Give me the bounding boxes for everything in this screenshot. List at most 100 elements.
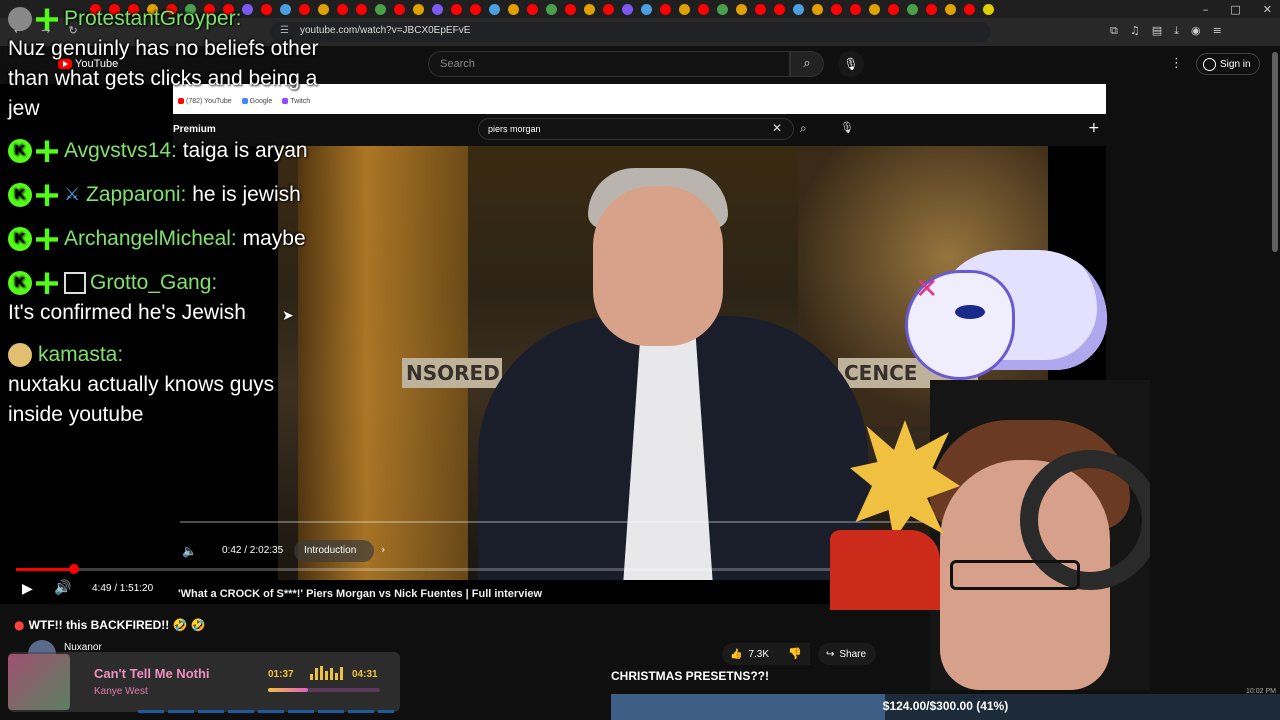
- tab-favicon-icon[interactable]: [983, 3, 994, 15]
- chat-text: Nuz genuinly has no beliefs other than w…: [8, 37, 319, 120]
- tab-favicon-icon[interactable]: [660, 3, 671, 15]
- tab-favicon-icon[interactable]: [394, 3, 405, 15]
- inner-create-icon: +: [1088, 120, 1100, 136]
- tab-favicon-icon[interactable]: [812, 3, 823, 15]
- tab-favicon-icon[interactable]: [546, 3, 557, 15]
- thumbs-down-icon: 👎: [788, 647, 802, 660]
- recommended-video-title[interactable]: ● WTF!! this BACKFIRED!! 🤣 🤣: [14, 618, 206, 632]
- tab-favicon-icon[interactable]: [489, 3, 500, 15]
- search-placeholder: Search: [440, 58, 475, 70]
- chat-text: he is jewish: [192, 183, 301, 206]
- tab-favicon-icon[interactable]: [755, 3, 766, 15]
- chat-username: ArchangelMicheal:: [64, 227, 237, 250]
- search-button[interactable]: ⌕: [790, 51, 824, 77]
- user-avatar-icon: [8, 7, 32, 32]
- thumbs-up-icon: 👍: [730, 648, 743, 660]
- tab-favicon-icon[interactable]: [926, 3, 937, 15]
- studio-banner-left: NSORED: [402, 358, 502, 388]
- mascot-x-mark: ✕: [915, 272, 939, 305]
- tab-favicon-icon[interactable]: [869, 3, 880, 15]
- tab-favicon-icon[interactable]: [470, 3, 481, 15]
- voice-search-button[interactable]: 🎙: [838, 51, 864, 77]
- tab-favicon-icon[interactable]: [565, 3, 576, 15]
- tab-favicon-icon[interactable]: [527, 3, 538, 15]
- mascot-eye: [955, 305, 985, 319]
- tab-favicon-icon[interactable]: [375, 3, 386, 15]
- microphone-icon: 🎙: [843, 57, 859, 71]
- close-window-icon[interactable]: ✕: [1263, 3, 1272, 16]
- like-count: 7.3K: [748, 648, 770, 660]
- media-icon[interactable]: ♫: [1130, 24, 1140, 38]
- more-options-icon[interactable]: ⋮: [1170, 56, 1183, 71]
- mouse-cursor-icon: ➤: [282, 308, 294, 324]
- dislike-button[interactable]: 👎: [780, 643, 810, 665]
- goal-title: CHRISTMAS PRESETNS??!: [611, 669, 770, 683]
- kick-badge-icon: K: [8, 271, 32, 296]
- window-controls: – □ ✕: [1203, 0, 1272, 18]
- kick-badge-icon: K: [8, 139, 32, 164]
- tab-favicon-icon[interactable]: [945, 3, 956, 15]
- sidebar-icon[interactable]: ▤: [1152, 24, 1162, 38]
- chat-text: maybe: [242, 227, 306, 250]
- extension-icon[interactable]: ⧉: [1110, 24, 1118, 38]
- tab-favicon-icon[interactable]: [717, 3, 728, 15]
- square-badge-icon: [64, 272, 86, 295]
- minimize-icon[interactable]: –: [1203, 3, 1209, 16]
- widget-underline: [138, 710, 394, 713]
- now-playing-progress: [268, 688, 308, 692]
- chat-message: kamasta: nuxtaku actually knows guys ins…: [8, 340, 328, 430]
- gift-badge-icon: [36, 272, 58, 295]
- player-time-display: 4:49 / 1:51:20: [92, 583, 154, 594]
- kick-badge-icon: K: [8, 227, 32, 252]
- tab-favicon-icon[interactable]: [964, 3, 975, 15]
- tab-favicon-icon[interactable]: [622, 3, 633, 15]
- player-scrubber[interactable]: [69, 564, 79, 574]
- tab-favicon-icon[interactable]: [793, 3, 804, 15]
- sign-in-button[interactable]: Sign in: [1196, 53, 1260, 75]
- red-plush: [830, 530, 940, 610]
- profile-icon[interactable]: ◉: [1191, 24, 1201, 38]
- chat-username: Grotto_Gang:: [90, 271, 218, 294]
- maximize-icon[interactable]: □: [1230, 3, 1240, 16]
- gift-badge-icon: [36, 8, 58, 31]
- tab-favicon-icon[interactable]: [831, 3, 842, 15]
- tab-favicon-icon[interactable]: [337, 3, 348, 15]
- tab-favicon-icon[interactable]: [850, 3, 861, 15]
- menu-icon[interactable]: ≡: [1213, 24, 1222, 38]
- tab-favicon-icon[interactable]: [584, 3, 595, 15]
- sword-badge-icon: ⚔: [64, 184, 81, 206]
- inner-chapter-label: Introduction: [294, 540, 375, 562]
- tab-favicon-icon[interactable]: [641, 3, 652, 15]
- stream-chat: ProtestantGroyper: Nuz genuinly has no b…: [8, 4, 328, 430]
- tab-favicon-icon[interactable]: [679, 3, 690, 15]
- now-playing-duration: 04:31: [352, 669, 378, 680]
- tab-favicon-icon[interactable]: [356, 3, 367, 15]
- tab-favicon-icon[interactable]: [451, 3, 462, 15]
- now-playing-song: Can't Tell Me Nothi: [94, 666, 210, 681]
- chat-message: K ArchangelMicheal: maybe: [8, 224, 328, 254]
- inner-time-display: 0:42 / 2:02:35: [222, 545, 284, 556]
- page-scrollbar[interactable]: [1272, 52, 1278, 252]
- chat-message: ProtestantGroyper: Nuz genuinly has no b…: [8, 4, 328, 124]
- now-playing-elapsed: 01:37: [268, 669, 294, 680]
- chat-message: K ⚔ Zapparoni: he is jewish: [8, 180, 328, 210]
- streamer-webcam: [830, 360, 1150, 690]
- tab-favicon-icon[interactable]: [698, 3, 709, 15]
- downloads-icon[interactable]: ⤓: [1174, 24, 1179, 38]
- gift-badge-icon: [36, 140, 58, 163]
- tab-favicon-icon[interactable]: [603, 3, 614, 15]
- tab-favicon-icon[interactable]: [888, 3, 899, 15]
- search-input[interactable]: [428, 51, 790, 77]
- tab-favicon-icon[interactable]: [432, 3, 443, 15]
- tab-favicon-icon[interactable]: [413, 3, 424, 15]
- system-clock: 10:02 PM: [1246, 688, 1276, 695]
- inner-clear-icon: ✕: [772, 121, 783, 135]
- tab-favicon-icon[interactable]: [736, 3, 747, 15]
- volume-icon[interactable]: 🔊: [54, 580, 71, 596]
- gift-badge-icon: [36, 228, 58, 251]
- tab-favicon-icon[interactable]: [907, 3, 918, 15]
- tab-favicon-icon[interactable]: [508, 3, 519, 15]
- presenter-face: [593, 186, 723, 346]
- play-icon[interactable]: ▶: [22, 581, 33, 597]
- tab-favicon-icon[interactable]: [774, 3, 785, 15]
